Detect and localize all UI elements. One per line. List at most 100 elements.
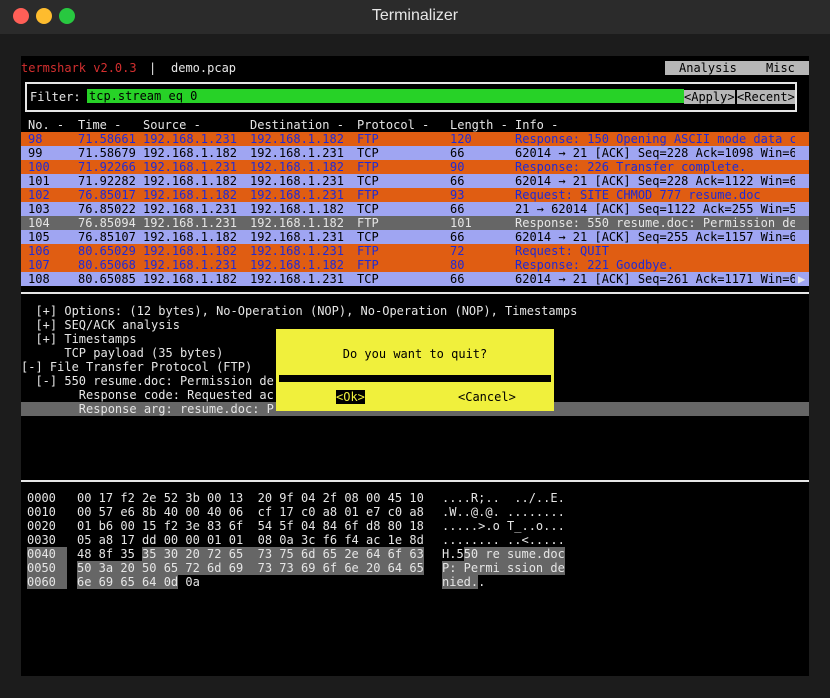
hex-bytes-group-2: cf 17 c0 a8 01 e7 c0 a8 <box>257 505 424 519</box>
window-titlebar: Terminalizer <box>0 0 830 34</box>
hex-bytes-group-2: 20 9f 04 2f 08 00 45 10 <box>257 491 424 505</box>
column-header-protocol[interactable]: Protocol - <box>357 118 429 132</box>
packet-length: 66 <box>450 272 465 286</box>
hex-bytes-selected: 35 30 20 72 65 <box>142 547 244 561</box>
packet-protocol: FTP <box>357 216 379 230</box>
packet-length: 66 <box>450 230 465 244</box>
ok-button[interactable]: <Ok> <box>336 390 365 404</box>
hex-ascii: H.550 re sume.doc <box>442 547 565 561</box>
column-header-no[interactable]: No. - <box>28 118 64 132</box>
hex-ascii: ........ ..<..... <box>442 533 565 547</box>
packet-source: 192.168.1.182 <box>143 272 237 286</box>
packet-destination: 192.168.1.231 <box>250 244 344 258</box>
hex-ascii-tail: . <box>478 575 486 589</box>
hex-ascii: nied.. <box>442 575 485 589</box>
packet-row[interactable]: 108 80.65085 192.168.1.182 192.168.1.231 TCP… <box>21 272 809 286</box>
hex-row: 0040 48 8f 35 35 30 20 72 65 73 75 6d 65… <box>21 547 809 561</box>
packet-time: 71.92266 <box>78 160 136 174</box>
hex-offset: 0010 <box>27 505 56 519</box>
apply-button[interactable]: <Apply> <box>684 90 735 104</box>
detail-line[interactable]: Response code: Requested ac <box>21 388 274 402</box>
packet-row[interactable]: 106 80.65029 192.168.1.182 192.168.1.231 FTP… <box>21 244 809 258</box>
detail-line[interactable]: [+] Options: (12 bytes), No-Operation (N… <box>21 304 577 318</box>
hex-dump-pane: 0000 00 17 f2 2e 52 3b 00 13 20 9f 04 2f… <box>21 488 809 614</box>
packet-time: 76.85094 <box>78 216 136 230</box>
packet-destination: 192.168.1.182 <box>250 258 344 272</box>
hex-ascii-selected: nied. <box>442 575 479 589</box>
hex-ascii-selected: P: Permi ssion de <box>442 561 565 575</box>
cancel-button[interactable]: <Cancel> <box>458 390 516 404</box>
dialog-divider <box>279 375 551 382</box>
hex-bytes-group-1: 00 57 e6 8b 40 00 40 06 <box>77 505 244 519</box>
packet-no: 99 <box>28 146 43 160</box>
hex-bytes: 6e 69 65 64 0d 0a <box>77 575 200 589</box>
packet-no: 98 <box>28 132 43 146</box>
packet-row[interactable]: 103 76.85022 192.168.1.231 192.168.1.182 TCP… <box>21 202 809 216</box>
packet-row[interactable]: 104 76.85094 192.168.1.231 192.168.1.182 FTP… <box>21 216 809 230</box>
packet-info: Response: 550 resume.doc: Permission de <box>515 216 795 230</box>
column-header-source[interactable]: Source - <box>143 118 201 132</box>
packet-row[interactable]: 102 76.85017 192.168.1.182 192.168.1.231 FTP… <box>21 188 809 202</box>
packet-protocol: FTP <box>357 244 379 258</box>
column-header-info[interactable]: Info - <box>515 118 558 132</box>
filter-label: Filter: <box>30 90 81 104</box>
recent-button[interactable]: <Recent> <box>737 90 795 104</box>
packet-time: 80.65029 <box>78 244 136 258</box>
packet-row[interactable]: 98 71.58661 192.168.1.231 192.168.1.182 FTP 1… <box>21 132 809 146</box>
packet-no: 107 <box>28 258 50 272</box>
hex-row: 0010 00 57 e6 8b 40 00 40 06 cf 17 c0 a8… <box>21 505 809 519</box>
packet-source: 192.168.1.182 <box>143 174 237 188</box>
detail-line[interactable]: [+] Timestamps <box>21 332 136 346</box>
hex-offset: 0040 <box>27 547 67 561</box>
packet-row[interactable]: 99 71.58679 192.168.1.182 192.168.1.231 TCP 6… <box>21 146 809 160</box>
hex-bytes: 01 b6 00 15 f2 3e 83 6f 54 5f 04 84 6f d… <box>77 519 424 533</box>
packet-destination: 192.168.1.231 <box>250 174 344 188</box>
packet-source: 192.168.1.231 <box>143 258 237 272</box>
packet-protocol: TCP <box>357 174 379 188</box>
menu-analysis[interactable]: Analysis <box>679 61 737 75</box>
packet-protocol: FTP <box>357 132 379 146</box>
hex-bytes-selected: 73 73 69 6f 6e 20 64 65 <box>257 561 424 575</box>
packet-info: Response: 226 Transfer complete. <box>515 160 747 174</box>
scroll-right-arrow[interactable]: ▶ <box>798 272 805 286</box>
packet-destination: 192.168.1.182 <box>250 160 344 174</box>
hex-bytes-group-2: 54 5f 04 84 6f d8 80 18 <box>257 519 424 533</box>
packet-info: Request: SITE CHMOD 777 resume.doc <box>515 188 761 202</box>
column-header-length[interactable]: Length - <box>450 118 508 132</box>
packet-time: 71.58661 <box>78 132 136 146</box>
filter-input[interactable]: tcp.stream eq 0 <box>87 89 684 103</box>
packet-row[interactable]: 101 71.92282 192.168.1.182 192.168.1.231 TCP… <box>21 174 809 188</box>
hex-bytes-selected: 73 75 6d 65 2e 64 6f 63 <box>257 547 424 561</box>
packet-list-header: No. - Time - Source - Destination - Prot… <box>21 118 809 132</box>
packet-length: 66 <box>450 174 465 188</box>
detail-line[interactable]: [+] SEQ/ACK analysis <box>21 318 180 332</box>
packet-source: 192.168.1.231 <box>143 132 237 146</box>
hex-ascii: .W..@.@. ........ <box>442 505 565 519</box>
pane-divider[interactable] <box>21 292 809 294</box>
packet-row[interactable]: 105 76.85107 192.168.1.182 192.168.1.231 TCP… <box>21 230 809 244</box>
detail-line[interactable]: [-] File Transfer Protocol (FTP) <box>21 360 252 374</box>
packet-time: 71.92282 <box>78 174 136 188</box>
packet-source: 192.168.1.182 <box>143 188 237 202</box>
packet-destination: 192.168.1.182 <box>250 132 344 146</box>
hex-row: 0030 05 a8 17 dd 00 00 01 01 08 0a 3c f6… <box>21 533 809 547</box>
app-name: termshark v2.0.3 <box>21 61 137 75</box>
detail-line[interactable]: TCP payload (35 bytes) <box>21 346 223 360</box>
hex-offset: 0000 <box>27 491 56 505</box>
title-separator: | <box>149 61 157 75</box>
menu-misc[interactable]: Misc <box>766 61 795 75</box>
hex-row: 0060 6e 69 65 64 0d 0a nied.. <box>21 575 809 589</box>
column-header-time[interactable]: Time - <box>78 118 121 132</box>
packet-source: 192.168.1.231 <box>143 216 237 230</box>
packet-source: 192.168.1.182 <box>143 244 237 258</box>
packet-no: 102 <box>28 188 50 202</box>
column-header-destination[interactable]: Destination - <box>250 118 344 132</box>
packet-row[interactable]: 107 80.65068 192.168.1.231 192.168.1.182 FTP… <box>21 258 809 272</box>
hex-bytes: 00 17 f2 2e 52 3b 00 13 20 9f 04 2f 08 0… <box>77 491 424 505</box>
packet-length: 101 <box>450 216 472 230</box>
detail-line[interactable]: [-] 550 resume.doc: Permission de <box>21 374 273 388</box>
packet-source: 192.168.1.231 <box>143 160 237 174</box>
packet-row[interactable]: 100 71.92266 192.168.1.231 192.168.1.182 FTP… <box>21 160 809 174</box>
packet-info: 21 → 62014 [ACK] Seq=1122 Ack=255 Win=5 <box>515 202 795 216</box>
pane-divider[interactable] <box>21 480 809 482</box>
